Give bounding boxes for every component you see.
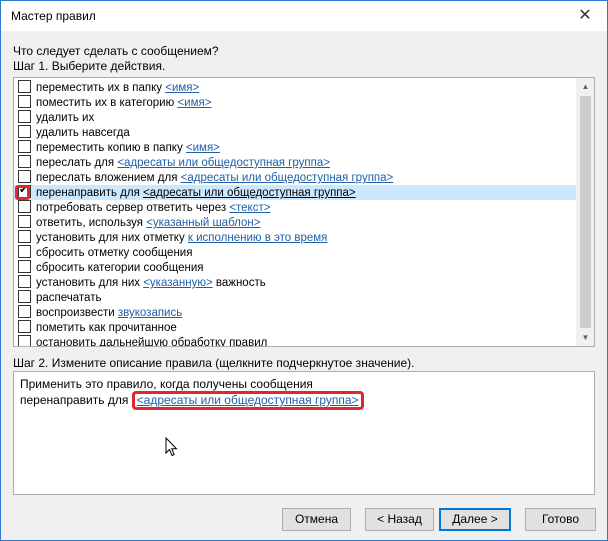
- window-title: Мастер правил: [11, 9, 96, 23]
- action-label: установить для них отметку: [36, 232, 188, 244]
- action-label: удалить навсегда: [36, 127, 130, 139]
- action-link[interactable]: <указанную>: [143, 277, 212, 289]
- action-checkbox[interactable]: [18, 125, 31, 138]
- action-checkbox[interactable]: [18, 320, 31, 333]
- rule-description-box: Применить это правило, когда получены со…: [13, 371, 595, 495]
- action-label: пометить как прочитанное: [36, 322, 177, 334]
- action-row[interactable]: распечатать: [14, 290, 576, 305]
- scroll-up-arrow-icon[interactable]: ▲: [577, 78, 594, 95]
- action-row[interactable]: пометить как прочитанное: [14, 320, 576, 335]
- action-label: перенаправить для: [36, 187, 144, 199]
- action-label: потребовать сервер ответить через: [36, 202, 230, 214]
- action-row[interactable]: ответить, используя <указанный шаблон>: [14, 215, 576, 230]
- action-row[interactable]: сбросить отметку сообщения: [14, 245, 576, 260]
- action-row[interactable]: перенаправить для <адресаты или общедост…: [14, 183, 576, 200]
- action-row[interactable]: остановить дальнейшую обработку правил: [14, 335, 576, 347]
- action-row[interactable]: удалить навсегда: [14, 125, 576, 140]
- action-link[interactable]: <имя>: [186, 142, 220, 154]
- action-label: удалить их: [36, 112, 95, 124]
- action-label-suffix: важность: [212, 277, 266, 289]
- finish-button[interactable]: Готово: [525, 508, 596, 531]
- action-label: сбросить категории сообщения: [36, 262, 204, 274]
- action-label: поместить их в категорию: [36, 97, 178, 109]
- scroll-down-arrow-icon[interactable]: ▼: [577, 329, 594, 346]
- action-row[interactable]: сбросить категории сообщения: [14, 260, 576, 275]
- action-checkbox[interactable]: [18, 335, 31, 346]
- action-row[interactable]: переслать для <адресаты или общедоступна…: [14, 155, 576, 170]
- action-row[interactable]: удалить их: [14, 110, 576, 125]
- action-link[interactable]: <указанный шаблон>: [146, 217, 260, 229]
- action-checkbox[interactable]: [18, 80, 31, 93]
- action-row[interactable]: потребовать сервер ответить через <текст…: [14, 200, 576, 215]
- back-button[interactable]: < Назад: [365, 508, 434, 531]
- description-line1: Применить это правило, когда получены со…: [20, 377, 313, 391]
- checkbox-highlight: [15, 185, 30, 200]
- action-row[interactable]: переслать вложением для <адресаты или об…: [14, 170, 576, 185]
- action-label: остановить дальнейшую обработку правил: [36, 337, 268, 347]
- action-link[interactable]: к исполнению в это время: [188, 232, 328, 244]
- action-checkbox[interactable]: [18, 245, 31, 258]
- action-checkbox[interactable]: [18, 110, 31, 123]
- action-link[interactable]: звукозапись: [118, 307, 182, 319]
- action-checkbox[interactable]: [18, 140, 31, 153]
- action-checkbox[interactable]: [18, 215, 31, 228]
- next-button[interactable]: Далее >: [439, 508, 511, 531]
- action-row[interactable]: установить для них отметку к исполнению …: [14, 230, 576, 245]
- actions-listbox[interactable]: переместить их в папку <имя> поместить их…: [13, 77, 595, 347]
- action-row[interactable]: установить для них <указанную> важность: [14, 275, 576, 290]
- actions-list: переместить их в папку <имя> поместить их…: [14, 80, 576, 347]
- action-checkbox[interactable]: [18, 275, 31, 288]
- close-icon[interactable]: ✕: [563, 1, 607, 31]
- action-row[interactable]: воспроизвести звукозапись: [14, 305, 576, 320]
- action-link[interactable]: <адресаты или общедоступная группа>: [117, 157, 330, 169]
- cancel-button[interactable]: Отмена: [282, 508, 351, 531]
- action-label: воспроизвести: [36, 307, 118, 319]
- recipients-link[interactable]: <адресаты или общедоступная группа>: [137, 393, 359, 407]
- question-label: Что следует сделать с сообщением?: [13, 44, 219, 58]
- action-link[interactable]: <адресаты или общедоступная группа>: [181, 172, 394, 184]
- action-checkbox[interactable]: [18, 95, 31, 108]
- action-label: сбросить отметку сообщения: [36, 247, 193, 259]
- action-label: переслать вложением для: [36, 172, 181, 184]
- action-link[interactable]: <имя>: [177, 97, 211, 109]
- action-label: переместить их в папку: [36, 82, 166, 94]
- action-checkbox[interactable]: [18, 290, 31, 303]
- rules-wizard-window: Мастер правил ✕ Что следует сделать с со…: [0, 0, 608, 541]
- action-checkbox[interactable]: [18, 305, 31, 318]
- action-label: распечатать: [36, 292, 102, 304]
- action-label: ответить, используя: [36, 217, 147, 229]
- highlight-box: <адресаты или общедоступная группа>: [131, 391, 364, 410]
- description-action-text: перенаправить для: [20, 393, 132, 407]
- action-label: переместить копию в папку: [36, 142, 186, 154]
- action-link[interactable]: <имя>: [165, 82, 199, 94]
- action-row[interactable]: поместить их в категорию <имя>: [14, 95, 576, 110]
- description-line2: перенаправить для <адресаты или общедост…: [20, 391, 364, 410]
- action-checkbox[interactable]: [18, 170, 31, 183]
- action-row[interactable]: переместить копию в папку <имя>: [14, 140, 576, 155]
- action-checkbox[interactable]: [18, 155, 31, 168]
- action-link[interactable]: <текст>: [229, 202, 270, 214]
- step1-label: Шаг 1. Выберите действия.: [13, 59, 166, 73]
- title-bar: Мастер правил ✕: [1, 1, 607, 31]
- action-checkbox[interactable]: [18, 200, 31, 213]
- actions-scrollbar[interactable]: ▲ ▼: [576, 78, 594, 346]
- scroll-thumb[interactable]: [580, 96, 591, 328]
- action-checkbox[interactable]: [18, 230, 31, 243]
- action-label: переслать для: [36, 157, 118, 169]
- action-checkbox[interactable]: [18, 260, 31, 273]
- action-link[interactable]: <адресаты или общедоступная группа>: [143, 187, 356, 199]
- action-row[interactable]: переместить их в папку <имя>: [14, 80, 576, 95]
- step2-label: Шаг 2. Измените описание правила (щелкни…: [13, 356, 415, 370]
- mouse-cursor-icon: [165, 436, 179, 460]
- action-label: установить для них: [36, 277, 144, 289]
